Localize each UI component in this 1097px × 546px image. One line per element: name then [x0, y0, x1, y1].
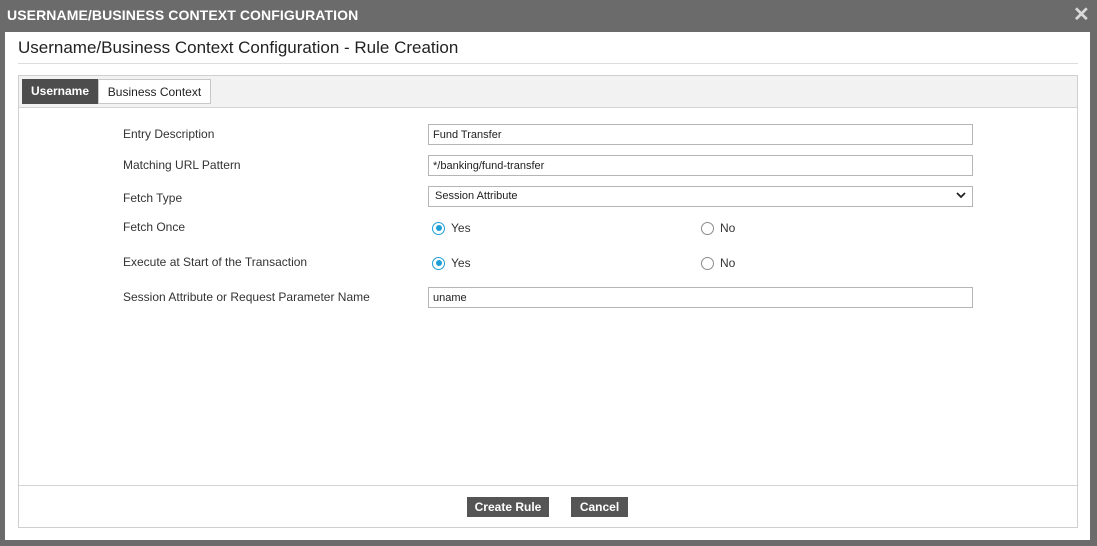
tab-strip: Username Business Context	[19, 76, 1077, 108]
tab-business-context[interactable]: Business Context	[98, 79, 211, 104]
page-title: Username/Business Context Configuration …	[18, 38, 459, 57]
chevron-down-icon	[956, 192, 966, 199]
execute-at-start-no-radio[interactable]: No	[701, 256, 735, 270]
tab-username[interactable]: Username	[22, 79, 98, 104]
dialog-title: USERNAME/BUSINESS CONTEXT CONFIGURATION	[7, 7, 359, 23]
dialog-panel: Username/Business Context Configuration …	[5, 32, 1090, 540]
execute-at-start-yes-radio[interactable]: Yes	[432, 256, 471, 270]
matching-url-pattern-input[interactable]	[428, 155, 973, 176]
fetch-once-label: Fetch Once	[123, 220, 186, 234]
matching-url-pattern-label: Matching URL Pattern	[123, 158, 241, 172]
fetch-once-no-radio[interactable]: No	[701, 221, 735, 235]
fetch-once-yes-radio[interactable]: Yes	[432, 221, 471, 235]
entry-description-label: Entry Description	[123, 127, 215, 141]
execute-at-start-label: Execute at Start of the Transaction	[123, 255, 308, 269]
radio-unchecked-icon	[701, 221, 714, 235]
fetch-once-yes-label: Yes	[451, 221, 471, 235]
fetch-type-label: Fetch Type	[123, 191, 183, 205]
form-container: Username Business Context Entry Descript…	[18, 75, 1078, 528]
param-name-label: Session Attribute or Request Parameter N…	[123, 290, 370, 304]
radio-checked-icon	[432, 256, 445, 270]
fetch-once-no-label: No	[720, 221, 736, 235]
cancel-button[interactable]: Cancel	[571, 497, 628, 517]
param-name-input[interactable]	[428, 287, 973, 308]
heading-divider	[18, 63, 1078, 64]
close-icon[interactable]: ✕	[1073, 5, 1090, 25]
entry-description-input[interactable]	[428, 124, 973, 145]
fetch-type-selected: Session Attribute	[435, 190, 518, 202]
dialog-titlebar: USERNAME/BUSINESS CONTEXT CONFIGURATION …	[0, 0, 1097, 32]
execute-at-start-yes-label: Yes	[451, 256, 471, 270]
footer-divider	[19, 485, 1077, 486]
radio-checked-icon	[432, 221, 445, 235]
radio-unchecked-icon	[701, 256, 714, 270]
execute-at-start-no-label: No	[720, 256, 736, 270]
fetch-type-select[interactable]: Session Attribute	[428, 186, 973, 207]
create-rule-button[interactable]: Create Rule	[467, 497, 549, 517]
